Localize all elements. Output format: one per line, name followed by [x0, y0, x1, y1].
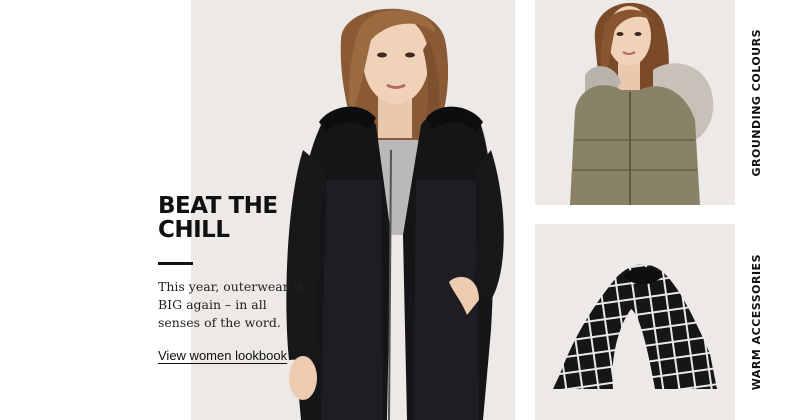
promo-headline: BEAT THE CHILL [158, 194, 278, 242]
warm-accessories-text: WARM ACCESSORIES [749, 253, 763, 391]
grounding-colours-text: GROUNDING COLOURS [749, 28, 763, 177]
warm-accessories-tile[interactable] [535, 224, 735, 420]
headline-line-1: BEAT THE [158, 193, 278, 219]
warm-accessories-label[interactable]: WARM ACCESSORIES [740, 224, 772, 420]
headline-line-2: CHILL [158, 217, 230, 243]
grounding-colours-tile[interactable] [535, 0, 735, 205]
headline-divider [158, 262, 193, 265]
view-women-lookbook-link[interactable]: View women lookbook [158, 348, 287, 363]
grounding-colours-label[interactable]: GROUNDING COLOURS [740, 0, 772, 205]
promo-body-text: This year, outerwear is BIG again – in a… [158, 279, 304, 330]
